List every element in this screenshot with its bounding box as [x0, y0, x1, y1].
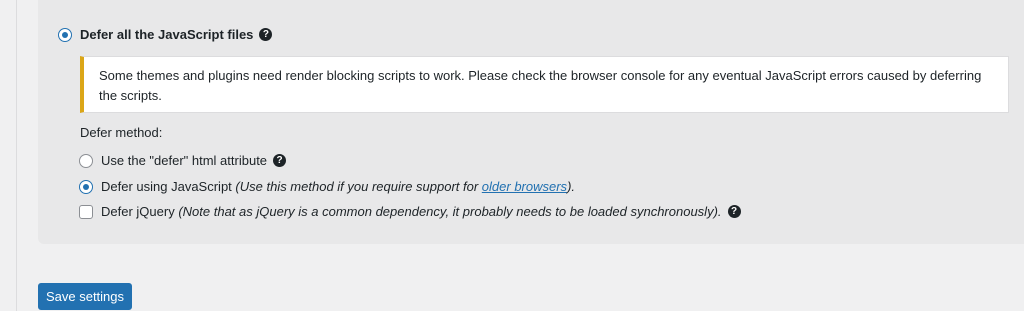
defer-jquery-checkbox[interactable] — [79, 204, 93, 219]
defer-javascript-note: (Use this method if you require support … — [235, 179, 575, 194]
defer-all-js-radio[interactable] — [58, 27, 72, 42]
warning-notice-text: Some themes and plugins need render bloc… — [99, 68, 982, 103]
defer-attribute-radio[interactable] — [79, 153, 93, 168]
older-browsers-link[interactable]: older browsers — [482, 179, 567, 194]
defer-attribute-option[interactable]: Use the "defer" html attribute ? — [79, 153, 287, 168]
warning-notice: Some themes and plugins need render bloc… — [80, 56, 1009, 113]
defer-jquery-label: Defer jQuery — [101, 204, 175, 219]
defer-javascript-radio[interactable] — [79, 179, 93, 194]
defer-javascript-label: Defer using JavaScript — [101, 179, 232, 194]
question-circle-icon[interactable]: ? — [259, 28, 273, 41]
defer-javascript-note-prefix: (Use this method if you require support … — [235, 179, 482, 194]
defer-jquery-option[interactable]: Defer jQuery (Note that as jQuery is a c… — [79, 204, 741, 219]
save-settings-button[interactable]: Save settings — [38, 283, 132, 310]
defer-all-js-option[interactable]: Defer all the JavaScript files ? — [58, 27, 273, 42]
question-circle-icon[interactable]: ? — [727, 205, 741, 218]
defer-jquery-note: (Note that as jQuery is a common depende… — [178, 204, 722, 219]
defer-method-label: Defer method: — [80, 125, 163, 140]
defer-javascript-option[interactable]: Defer using JavaScript (Use this method … — [79, 179, 575, 194]
defer-javascript-note-suffix: ). — [567, 179, 576, 194]
defer-attribute-label: Use the "defer" html attribute — [101, 153, 268, 168]
question-circle-icon[interactable]: ? — [273, 154, 287, 167]
left-divider — [16, 0, 17, 311]
defer-all-js-label: Defer all the JavaScript files — [80, 27, 254, 42]
